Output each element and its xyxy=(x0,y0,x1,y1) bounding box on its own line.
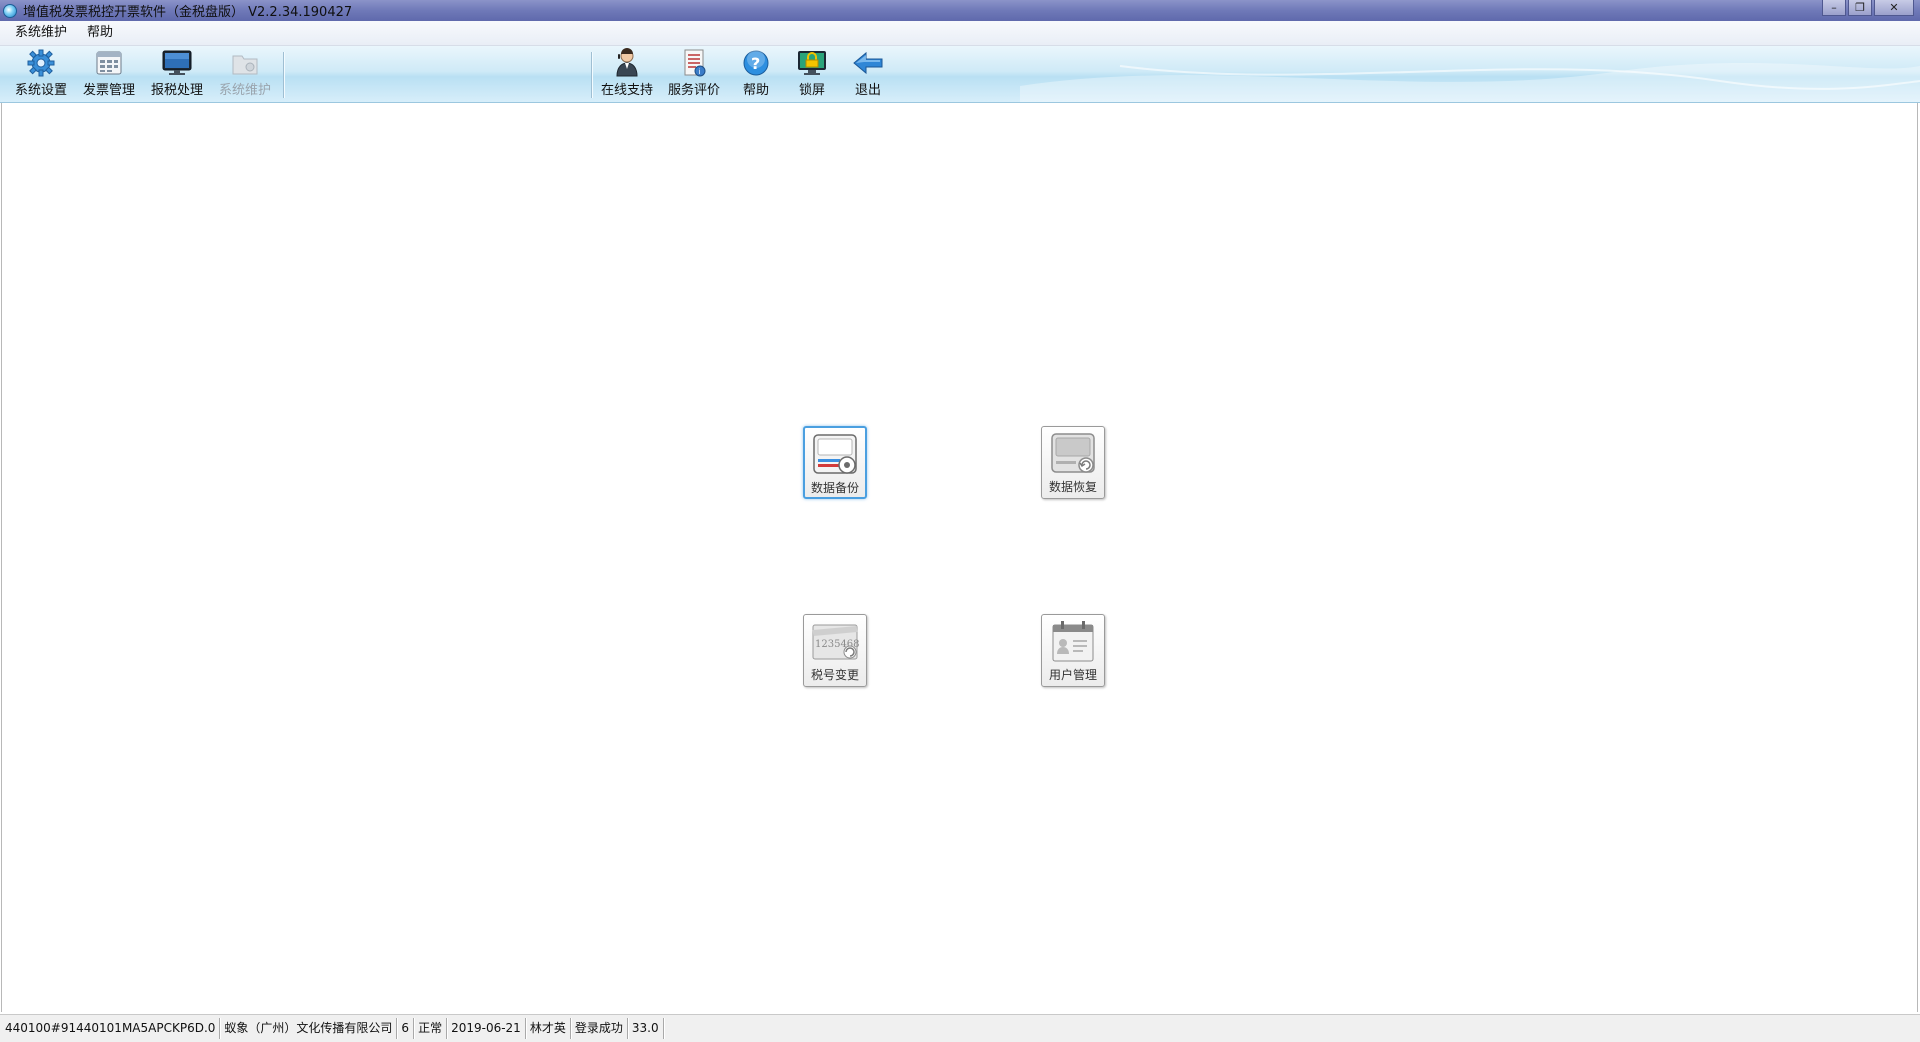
toolbar: 系统设置 发票管理 报税处理 系统维护 在线支持 i 服务评价 ? 帮助 锁屏 … xyxy=(0,46,1920,103)
status-login: 登录成功 xyxy=(571,1018,628,1039)
status-number: 6 xyxy=(397,1018,415,1039)
menu-bar: 系统维护 帮助 xyxy=(0,21,1920,46)
window-controls: – ❐ ✕ xyxy=(1822,0,1914,16)
toolbar-decoration xyxy=(1020,62,1920,102)
toolbar-service-evaluation-button[interactable]: i 服务评价 xyxy=(663,48,725,100)
svg-text:?: ? xyxy=(751,54,760,73)
gear-icon xyxy=(24,48,58,78)
window-title: 增值税发票税控开票软件（金税盘版） V2.2.34.190427 xyxy=(23,5,353,20)
data-backup-button[interactable]: 数据备份 xyxy=(803,426,867,499)
app-logo-icon xyxy=(3,3,17,18)
status-tax-id: 440100#91440101MA5APCKP6D.0 xyxy=(0,1018,221,1039)
toolbar-help-button[interactable]: ? 帮助 xyxy=(730,48,782,100)
data-restore-button[interactable]: 数据恢复 xyxy=(1041,426,1105,499)
data-restore-icon xyxy=(1048,431,1098,477)
exit-arrow-icon xyxy=(851,48,885,78)
toolbar-label: 在线支持 xyxy=(600,83,653,98)
close-button[interactable]: ✕ xyxy=(1874,0,1914,16)
toolbar-invoice-management-button[interactable]: 发票管理 xyxy=(78,48,140,100)
monitor-icon xyxy=(160,48,194,78)
function-label: 数据备份 xyxy=(810,481,859,495)
toolbar-label: 退出 xyxy=(854,83,881,98)
user-management-button[interactable]: 用户管理 xyxy=(1041,614,1105,687)
toolbar-label: 锁屏 xyxy=(798,83,825,98)
function-label: 用户管理 xyxy=(1048,668,1097,682)
help-icon: ? xyxy=(739,48,773,78)
menu-system-maintenance[interactable]: 系统维护 xyxy=(5,21,77,45)
toolbar-label: 服务评价 xyxy=(667,83,720,98)
status-date: 2019-06-21 xyxy=(447,1018,526,1039)
data-backup-icon xyxy=(810,432,860,478)
toolbar-label: 系统维护 xyxy=(218,83,271,98)
status-state: 正常 xyxy=(414,1018,448,1039)
tax-number-change-icon: 1235468 xyxy=(810,619,860,665)
toolbar-lock-screen-button[interactable]: 锁屏 xyxy=(786,48,838,100)
toolbar-label: 报税处理 xyxy=(150,83,203,98)
minimize-button[interactable]: – xyxy=(1822,0,1846,16)
main-content: 数据备份 数据恢复 1235468 税号变更 用户管理 xyxy=(1,103,1918,1012)
menu-help[interactable]: 帮助 xyxy=(77,21,123,45)
function-label: 税号变更 xyxy=(810,668,859,682)
toolbar-system-maintenance-button[interactable]: 系统维护 xyxy=(214,48,276,100)
toolbar-separator xyxy=(283,52,284,98)
toolbar-online-support-button[interactable]: 在线支持 xyxy=(596,48,658,100)
status-bar: 440100#91440101MA5APCKP6D.0 蚁象（广州）文化传播有限… xyxy=(0,1014,1920,1042)
invoice-icon xyxy=(92,48,126,78)
toolbar-tax-filing-button[interactable]: 报税处理 xyxy=(146,48,208,100)
toolbar-separator xyxy=(591,52,592,98)
status-user: 林才英 xyxy=(526,1018,571,1039)
toolbar-label: 系统设置 xyxy=(14,83,67,98)
svg-text:i: i xyxy=(699,68,701,76)
restore-button[interactable]: ❐ xyxy=(1848,0,1872,16)
toolbar-system-settings-button[interactable]: 系统设置 xyxy=(10,48,72,100)
toolbar-label: 发票管理 xyxy=(82,83,135,98)
function-label: 数据恢复 xyxy=(1048,480,1097,494)
toolbar-label: 帮助 xyxy=(742,83,769,98)
status-version: 33.0 xyxy=(628,1018,664,1039)
title-bar: 增值税发票税控开票软件（金税盘版） V2.2.34.190427 – ❐ ✕ xyxy=(0,0,1920,21)
toolbar-exit-button[interactable]: 退出 xyxy=(842,48,894,100)
app-window: 增值税发票税控开票软件（金税盘版） V2.2.34.190427 – ❐ ✕ 系… xyxy=(0,0,1920,1042)
evaluation-icon: i xyxy=(677,48,711,78)
user-management-icon xyxy=(1048,619,1098,665)
tax-number-change-button[interactable]: 1235468 税号变更 xyxy=(803,614,867,687)
status-company-name: 蚁象（广州）文化传播有限公司 xyxy=(220,1018,398,1039)
lock-screen-icon xyxy=(795,48,829,78)
maintenance-icon xyxy=(228,48,262,78)
support-person-icon xyxy=(610,48,644,78)
